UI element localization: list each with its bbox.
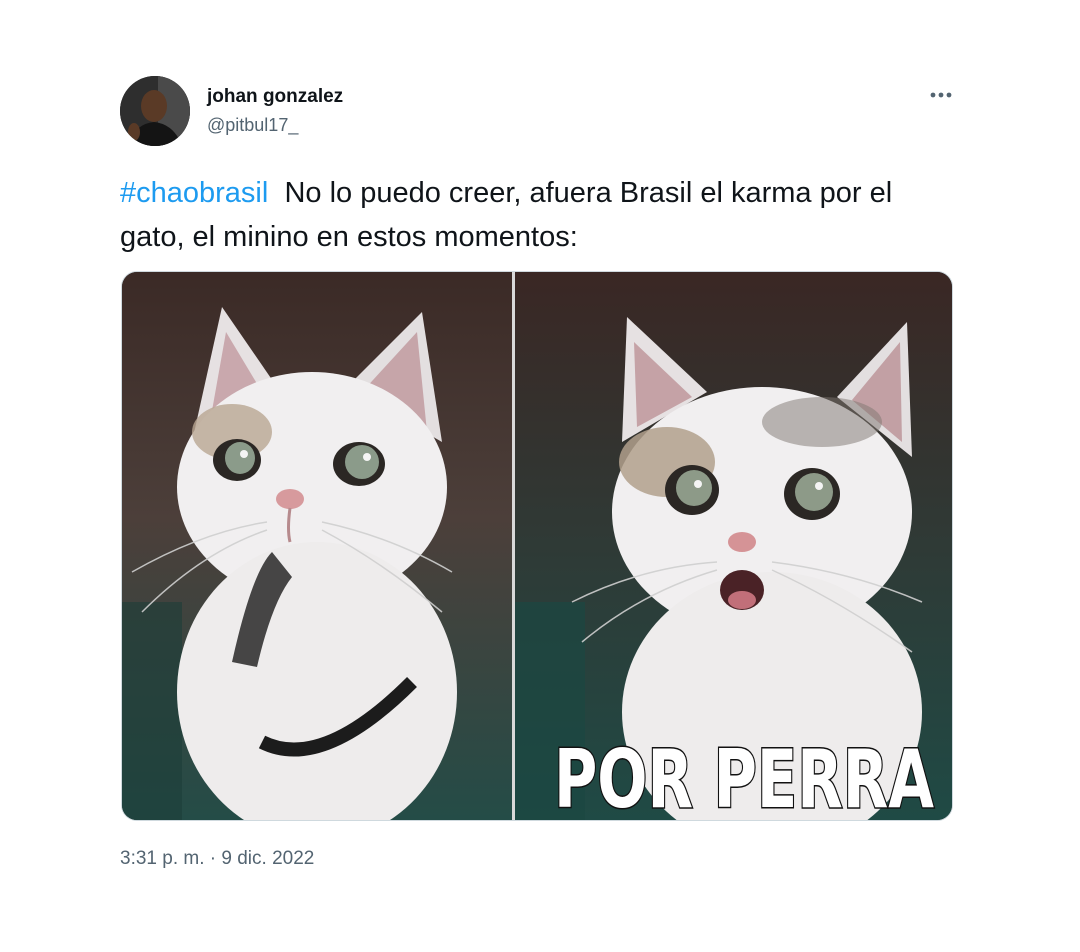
avatar-image (120, 76, 190, 146)
author-handle[interactable]: @pitbul17_ (207, 114, 343, 136)
hashtag-link[interactable]: #chaobrasil (120, 177, 268, 209)
right-panel: POR PERRA (515, 272, 952, 820)
panel-divider (512, 272, 515, 820)
more-horizontal-icon (930, 92, 952, 98)
left-panel (122, 272, 512, 820)
avatar[interactable] (120, 76, 190, 146)
tweet-media[interactable]: POR PERRA (121, 271, 953, 821)
meme-caption: POR PERRA (554, 733, 934, 820)
author-info: johan gonzalez @pitbul17_ (207, 86, 343, 136)
tweet-timestamp[interactable]: 3:31 p. m. · 9 dic. 2022 (120, 848, 314, 870)
more-button[interactable] (924, 82, 958, 108)
tweet: johan gonzalez @pitbul17_ #chaobrasil No… (0, 0, 1080, 952)
tweet-text: #chaobrasil No lo puedo creer, afuera Br… (120, 171, 960, 259)
cat-meme-image: POR PERRA (122, 272, 952, 820)
author-display-name[interactable]: johan gonzalez (207, 86, 343, 108)
